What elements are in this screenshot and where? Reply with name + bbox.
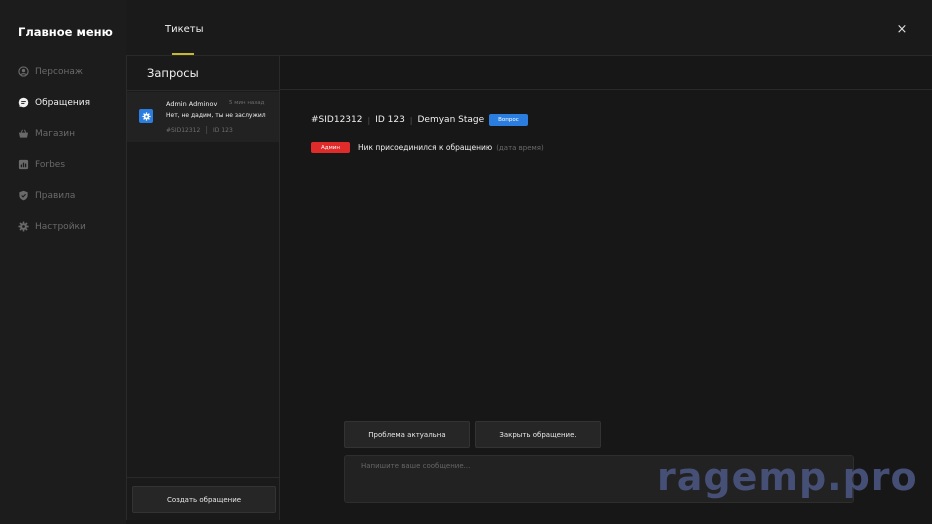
top-bar	[126, 0, 932, 56]
ticket-user-id: ID 123	[213, 127, 233, 134]
separator: |	[367, 115, 371, 125]
requests-title: Запросы	[147, 66, 199, 80]
ticket-message-preview: Нет, не дадим, ты не заслужил	[166, 112, 266, 119]
close-ticket-button[interactable]: Закрыть обращение.	[475, 421, 601, 448]
requests-panel: Запросы Admin Adminov 5 мин назад Нет, н…	[126, 56, 280, 520]
requests-panel-header: Запросы	[127, 56, 279, 91]
sidebar-item-settings[interactable]: Настройки	[18, 221, 86, 232]
gear-icon	[18, 221, 29, 232]
sidebar-item-label: Обращения	[35, 97, 91, 108]
category-badge: Вопрос	[489, 114, 528, 126]
create-ticket-button[interactable]: Создать обращение	[132, 486, 276, 513]
chat-icon	[18, 97, 29, 108]
ticket-time: 5 мин назад	[229, 100, 265, 106]
divider	[279, 89, 932, 90]
active-tab-indicator	[172, 53, 194, 55]
gear-icon	[139, 109, 153, 123]
user-circle-icon	[18, 66, 29, 77]
sidebar-item-character[interactable]: Персонаж	[18, 66, 83, 77]
ticket-sid: #SID12312	[311, 115, 363, 125]
sidebar-item-label: Персонаж	[35, 66, 83, 77]
tab-tickets[interactable]: Тикеты	[165, 24, 204, 35]
sidebar-item-label: Настройки	[35, 221, 86, 232]
ticket-user-name: Demyan Stage	[417, 115, 485, 125]
ticket-list-item[interactable]: Admin Adminov 5 мин назад Нет, не дадим,…	[127, 92, 279, 142]
sidebar-item-shop[interactable]: Магазин	[18, 128, 75, 139]
ticket-header: #SID12312 | ID 123 | Demyan Stage Вопрос	[311, 114, 528, 126]
problem-actual-button[interactable]: Проблема актуальна	[344, 421, 470, 448]
sidebar-item-forbes[interactable]: Forbes	[18, 159, 65, 170]
log-entry: Админ Ник присоединился к обращению (дат…	[311, 142, 544, 153]
separator: |	[409, 115, 413, 125]
sidebar-item-rules[interactable]: Правила	[18, 190, 75, 201]
chart-icon	[18, 159, 29, 170]
separator: |	[205, 125, 209, 134]
ticket-meta: #SID12312 | ID 123	[166, 125, 233, 134]
close-button[interactable]: ×	[895, 23, 909, 37]
sidebar-item-label: Forbes	[35, 159, 66, 170]
log-time: (дата время)	[496, 143, 544, 152]
ticket-author: Admin Adminov	[166, 100, 218, 108]
shopping-basket-icon	[18, 128, 29, 139]
watermark: ragemp.pro	[657, 455, 918, 499]
sidebar-item-tickets[interactable]: Обращения	[18, 97, 90, 108]
sidebar-title: Главное меню	[18, 25, 113, 39]
log-text: Ник присоединился к обращению	[358, 143, 493, 152]
shield-check-icon	[18, 190, 29, 201]
divider	[127, 477, 279, 478]
main-menu-sidebar: Главное меню Персонаж Обращения Магазин …	[0, 0, 126, 524]
ticket-sid: #SID12312	[166, 127, 201, 134]
ticket-user-id: ID 123	[375, 115, 405, 125]
sidebar-item-label: Магазин	[35, 128, 76, 139]
admin-badge: Админ	[311, 142, 350, 153]
sidebar-item-label: Правила	[35, 190, 76, 201]
